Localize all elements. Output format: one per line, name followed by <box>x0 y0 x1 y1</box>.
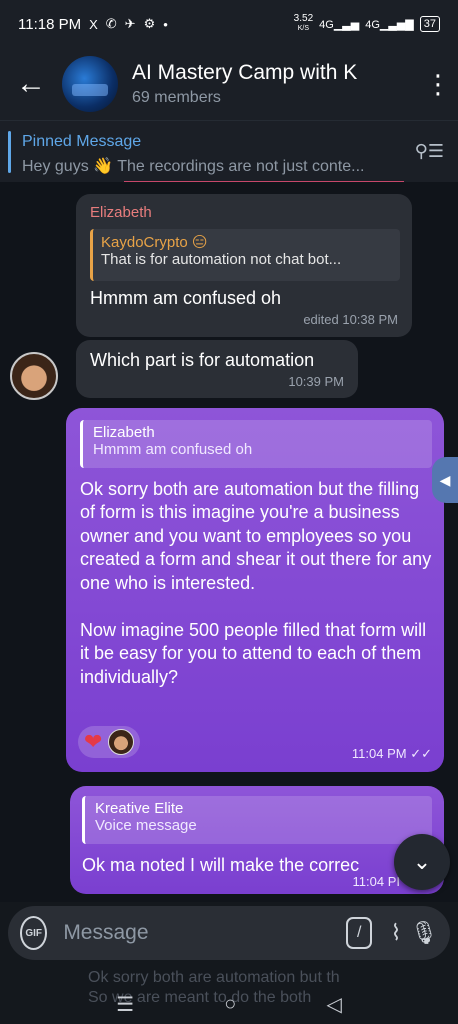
home-icon[interactable]: ○ <box>224 993 236 1016</box>
system-nav-bar: ☰ ○ ◁ <box>0 984 458 1024</box>
read-checks-icon: ✓✓ <box>410 746 432 761</box>
message-bubble[interactable]: Which part is for automation 10:39 PM <box>76 340 358 398</box>
message-text-paragraph-2: Now imagine 500 people filled that form … <box>80 619 427 687</box>
bot-command-button[interactable]: / <box>346 917 373 949</box>
message-text: Hmmm am confused oh <box>90 288 282 308</box>
microphone-icon[interactable]: 🎙 <box>410 920 438 946</box>
dot-icon: • <box>163 16 168 32</box>
back-triangle-icon[interactable]: ◁ <box>326 992 341 1017</box>
reaction-pill[interactable]: ❤ <box>78 726 141 758</box>
group-avatar[interactable] <box>62 56 118 112</box>
message-bubble[interactable]: Elizabeth KaydoCrypto 😑 That is for auto… <box>76 194 412 337</box>
telegram-icon: ✈ <box>124 16 136 31</box>
heart-reaction-icon: ❤ <box>84 729 103 754</box>
quote-text: That is for automation not chat bot... <box>101 251 342 268</box>
quote-text: Hmmm am confused oh <box>93 441 253 458</box>
clock: 11:18 PM <box>18 15 82 33</box>
pinned-list-icon[interactable]: ⚲☰ <box>415 141 444 162</box>
attach-icon[interactable]: ⌇ <box>382 920 410 946</box>
scroll-down-button[interactable]: ⌄ <box>394 834 450 890</box>
reply-quote[interactable]: Kreative Elite Voice message <box>82 796 432 844</box>
message-input[interactable] <box>61 920 337 946</box>
chat-header: ← AI Mastery Camp with K 69 members ⋮ <box>0 48 458 120</box>
chat-area[interactable]: Elizabeth KaydoCrypto 😑 That is for auto… <box>0 182 458 902</box>
battery-icon: 37 <box>419 16 440 32</box>
sender-name[interactable]: Elizabeth <box>90 204 398 221</box>
game-icon: ⚙ <box>143 16 156 31</box>
back-arrow-icon[interactable]: ← <box>0 48 62 120</box>
whatsapp-icon: ✆ <box>105 16 117 31</box>
quote-text: Voice message <box>95 817 197 834</box>
avatar[interactable] <box>10 352 58 400</box>
pinned-text: Hey guys 👋 The recordings are not just c… <box>22 158 365 175</box>
signal-2-icon: 4G▁▃▅▇ <box>365 18 414 31</box>
message-text-paragraph-1: Ok sorry both are automation but the fil… <box>80 479 432 593</box>
x-app-icon: X <box>89 16 98 32</box>
net-speed: 3.52 K/S <box>293 13 314 33</box>
pinned-title: Pinned Message <box>22 133 142 150</box>
quote-sender: KaydoCrypto 😑 <box>101 234 208 251</box>
message-bubble-outgoing[interactable]: Elizabeth Hmmm am confused oh Ok sorry b… <box>66 408 444 772</box>
chevron-down-icon: ⌄ <box>412 849 432 874</box>
message-time: 11:04 PM ✓✓ <box>351 746 432 761</box>
reply-quote[interactable]: KaydoCrypto 😑 That is for automation not… <box>90 229 400 281</box>
pinned-message-bar[interactable]: Pinned Message Hey guys 👋 The recordings… <box>0 120 458 183</box>
gif-button[interactable]: GIF <box>20 916 48 950</box>
status-bar: 11:18 PM X ✆ ✈ ⚙ • 3.52 K/S 4G▁▃▅ 4G▁▃▅▇… <box>0 0 458 48</box>
member-count: 69 members <box>132 89 221 106</box>
message-input-bar: GIF / ⌇ 🎙 <box>8 906 450 960</box>
message-text: Which part is for automation <box>90 350 315 370</box>
message-time: 10:39 PM <box>288 374 344 390</box>
reaction-avatar <box>108 729 135 755</box>
header-info[interactable]: AI Mastery Camp with K 69 members <box>132 61 418 107</box>
quote-sender: Elizabeth <box>93 424 155 441</box>
message-time: 11:04 PI <box>352 874 400 889</box>
quote-sender: Kreative Elite <box>95 800 184 817</box>
message-bubble-outgoing[interactable]: Kreative Elite Voice message Ok ma noted… <box>70 786 444 894</box>
reply-quote[interactable]: Elizabeth Hmmm am confused oh <box>80 420 432 468</box>
pinned-accent <box>8 131 11 173</box>
group-title: AI Mastery Camp with K <box>132 61 358 84</box>
recents-icon[interactable]: ☰ <box>116 992 134 1017</box>
signal-1-icon: 4G▁▃▅ <box>319 18 360 31</box>
more-options-icon[interactable]: ⋮ <box>418 69 458 100</box>
message-time: edited 10:38 PM <box>303 312 398 328</box>
side-panel-tab-icon[interactable]: ◀ <box>432 457 458 503</box>
